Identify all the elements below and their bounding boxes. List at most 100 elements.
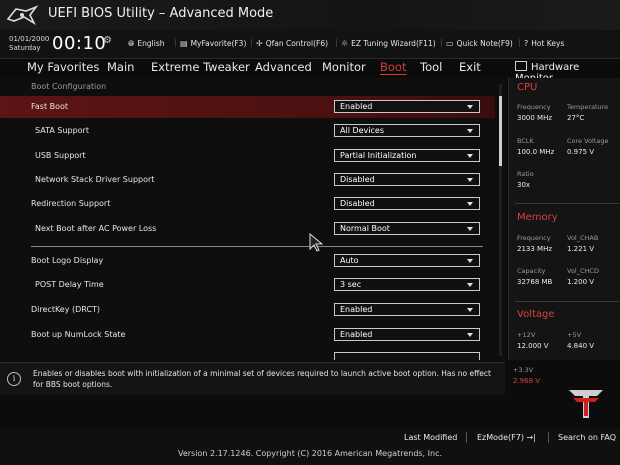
v5-label: +5V: [567, 331, 582, 339]
setting-row-sata-support[interactable]: SATA Support All Devices: [0, 120, 495, 142]
tab-exit[interactable]: Exit: [459, 60, 481, 74]
last-modified-button[interactable]: Last Modified: [404, 433, 457, 442]
search-faq-button[interactable]: Search on FAQ: [558, 433, 616, 442]
tweaktown-logo-icon: [569, 390, 603, 418]
myfavorite-label: MyFavorite(F3): [190, 39, 247, 48]
clock-time: 00:10: [52, 33, 107, 54]
core-voltage-value: 0.975 V: [567, 148, 595, 156]
settings-panel: Boot Configuration Fast Boot Enabled SAT…: [0, 78, 505, 360]
setting-row-redirection-support[interactable]: Redirection Support Disabled: [0, 193, 495, 215]
exit-arrow-icon: →|: [526, 433, 536, 442]
help-icon: ?: [524, 39, 529, 48]
monitor-icon: [515, 61, 527, 71]
vol-chab-value: 1.221 V: [567, 245, 595, 253]
tab-monitor[interactable]: Monitor: [322, 60, 366, 74]
chevron-down-icon: [467, 227, 473, 231]
hardware-monitor-continuation: +3.3V 2.968 V: [505, 360, 620, 428]
boot-logo-dropdown[interactable]: Auto: [334, 254, 480, 267]
info-icon: i: [7, 372, 21, 386]
cpu-temperature-value: 27°C: [567, 114, 585, 122]
setting-row-post-delay[interactable]: POST Delay Time 3 sec: [0, 274, 495, 296]
chevron-down-icon: [467, 202, 473, 206]
section-title: Boot Configuration: [31, 82, 107, 91]
setting-row-boot-logo[interactable]: Boot Logo Display Auto: [0, 250, 495, 272]
next-boot-ac-dropdown[interactable]: Normal Boot: [334, 222, 480, 235]
post-delay-dropdown[interactable]: 3 sec: [334, 278, 480, 291]
setting-row-fast-boot[interactable]: Fast Boot Enabled: [0, 96, 495, 118]
help-panel: i Enables or disables boot with initiali…: [0, 362, 505, 395]
dropdown-value: Enabled: [340, 330, 373, 339]
favorite-list-icon: ▤: [180, 39, 188, 48]
cpu-frequency-label: Frequency: [517, 103, 551, 111]
redirection-support-dropdown[interactable]: Disabled: [334, 197, 480, 210]
tab-advanced[interactable]: Advanced: [255, 60, 312, 74]
bclk-label: BCLK: [517, 137, 534, 145]
tab-extreme-tweaker[interactable]: Extreme Tweaker: [151, 60, 250, 74]
v12-value: 12.000 V: [517, 342, 549, 350]
vol-chab-label: Vol_CHAB: [567, 234, 599, 242]
hot-keys-label: Hot Keys: [531, 39, 565, 48]
gear-icon[interactable]: ⚙: [103, 35, 112, 46]
tab-tool[interactable]: Tool: [420, 60, 442, 74]
network-stack-dropdown[interactable]: Disabled: [334, 173, 480, 186]
cpu-frequency-value: 3000 MHz: [517, 114, 553, 122]
tab-main[interactable]: Main: [107, 60, 134, 74]
v33-value: 2.968 V: [513, 377, 541, 385]
vol-chcd-label: Vol_CHCD: [567, 267, 599, 275]
main-menu: My Favorites Main Extreme Tweaker Advanc…: [0, 58, 505, 78]
dropdown-value: Enabled: [340, 102, 373, 111]
ez-tuning-wizard-button[interactable]: | ☼ EZ Tuning Wizard(F11): [335, 38, 436, 48]
vol-chcd-value: 1.200 V: [567, 278, 595, 286]
tab-boot[interactable]: Boot: [380, 60, 406, 74]
chevron-down-icon: [467, 178, 473, 182]
quick-note-button[interactable]: | ▭ Quick Note(F9): [440, 38, 513, 48]
setting-row-network-stack[interactable]: Network Stack Driver Support Disabled: [0, 169, 495, 191]
setting-label: Next Boot after AC Power Loss: [35, 224, 157, 233]
cpu-section-title: CPU: [517, 82, 538, 93]
setting-row-usb-support[interactable]: USB Support Partial Initialization: [0, 145, 495, 167]
ratio-value: 30x: [517, 181, 531, 189]
scrollbar-thumb[interactable]: [499, 96, 502, 166]
dropdown-value: Normal Boot: [340, 224, 390, 233]
setting-label: Network Stack Driver Support: [35, 175, 155, 184]
setting-row-numlock[interactable]: Boot up NumLock State Enabled: [0, 324, 495, 346]
chevron-down-icon: [467, 154, 473, 158]
chevron-down-icon: [467, 259, 473, 263]
dropdown-value: All Devices: [340, 126, 384, 135]
separator: [548, 432, 549, 443]
ez-tuning-label: EZ Tuning Wizard(F11): [351, 39, 436, 48]
tab-my-favorites[interactable]: My Favorites: [27, 60, 99, 74]
setting-label: DirectKey (DRCT): [31, 305, 101, 314]
app-title: UEFI BIOS Utility – Advanced Mode: [48, 6, 274, 21]
memory-section-title: Memory: [517, 212, 558, 223]
language-label: English: [137, 39, 165, 48]
ezmode-label: EzMode(F7): [477, 433, 524, 442]
setting-row-partial: [0, 349, 495, 360]
title-bar: UEFI BIOS Utility – Advanced Mode: [0, 0, 620, 30]
hot-keys-button[interactable]: | ? Hot Keys: [518, 38, 565, 48]
voltage-section-title: Voltage: [517, 309, 555, 320]
setting-row-next-boot-ac[interactable]: Next Boot after AC Power Loss Normal Boo…: [0, 218, 495, 240]
fast-boot-dropdown[interactable]: Enabled: [334, 100, 480, 113]
dropdown-value: Auto: [340, 256, 359, 265]
myfavorite-button[interactable]: | ▤ MyFavorite(F3): [174, 38, 247, 48]
language-button[interactable]: 🌐︎ English: [128, 39, 165, 49]
directkey-dropdown[interactable]: Enabled: [334, 303, 480, 316]
partial-dropdown[interactable]: [334, 352, 480, 360]
hardware-monitor-panel: CPU Frequency Temperature 3000 MHz 27°C …: [508, 78, 620, 360]
day-text: Saturday: [9, 44, 41, 52]
chevron-down-icon: [467, 333, 473, 337]
setting-label: USB Support: [35, 151, 86, 160]
chevron-down-icon: [467, 308, 473, 312]
separator: |: [250, 38, 253, 47]
mem-frequency-value: 2133 MHz: [517, 245, 553, 253]
version-text: Version 2.17.1246. Copyright (C) 2016 Am…: [177, 449, 443, 458]
v5-value: 4.840 V: [567, 342, 595, 350]
qfan-control-button[interactable]: | ✢ Qfan Control(F6): [250, 38, 329, 48]
usb-support-dropdown[interactable]: Partial Initialization: [334, 149, 480, 162]
sata-support-dropdown[interactable]: All Devices: [334, 124, 480, 137]
ezmode-button[interactable]: EzMode(F7) →|: [477, 433, 536, 442]
qfan-label: Qfan Control(F6): [265, 39, 329, 48]
numlock-dropdown[interactable]: Enabled: [334, 328, 480, 341]
setting-row-directkey[interactable]: DirectKey (DRCT) Enabled: [0, 299, 495, 321]
